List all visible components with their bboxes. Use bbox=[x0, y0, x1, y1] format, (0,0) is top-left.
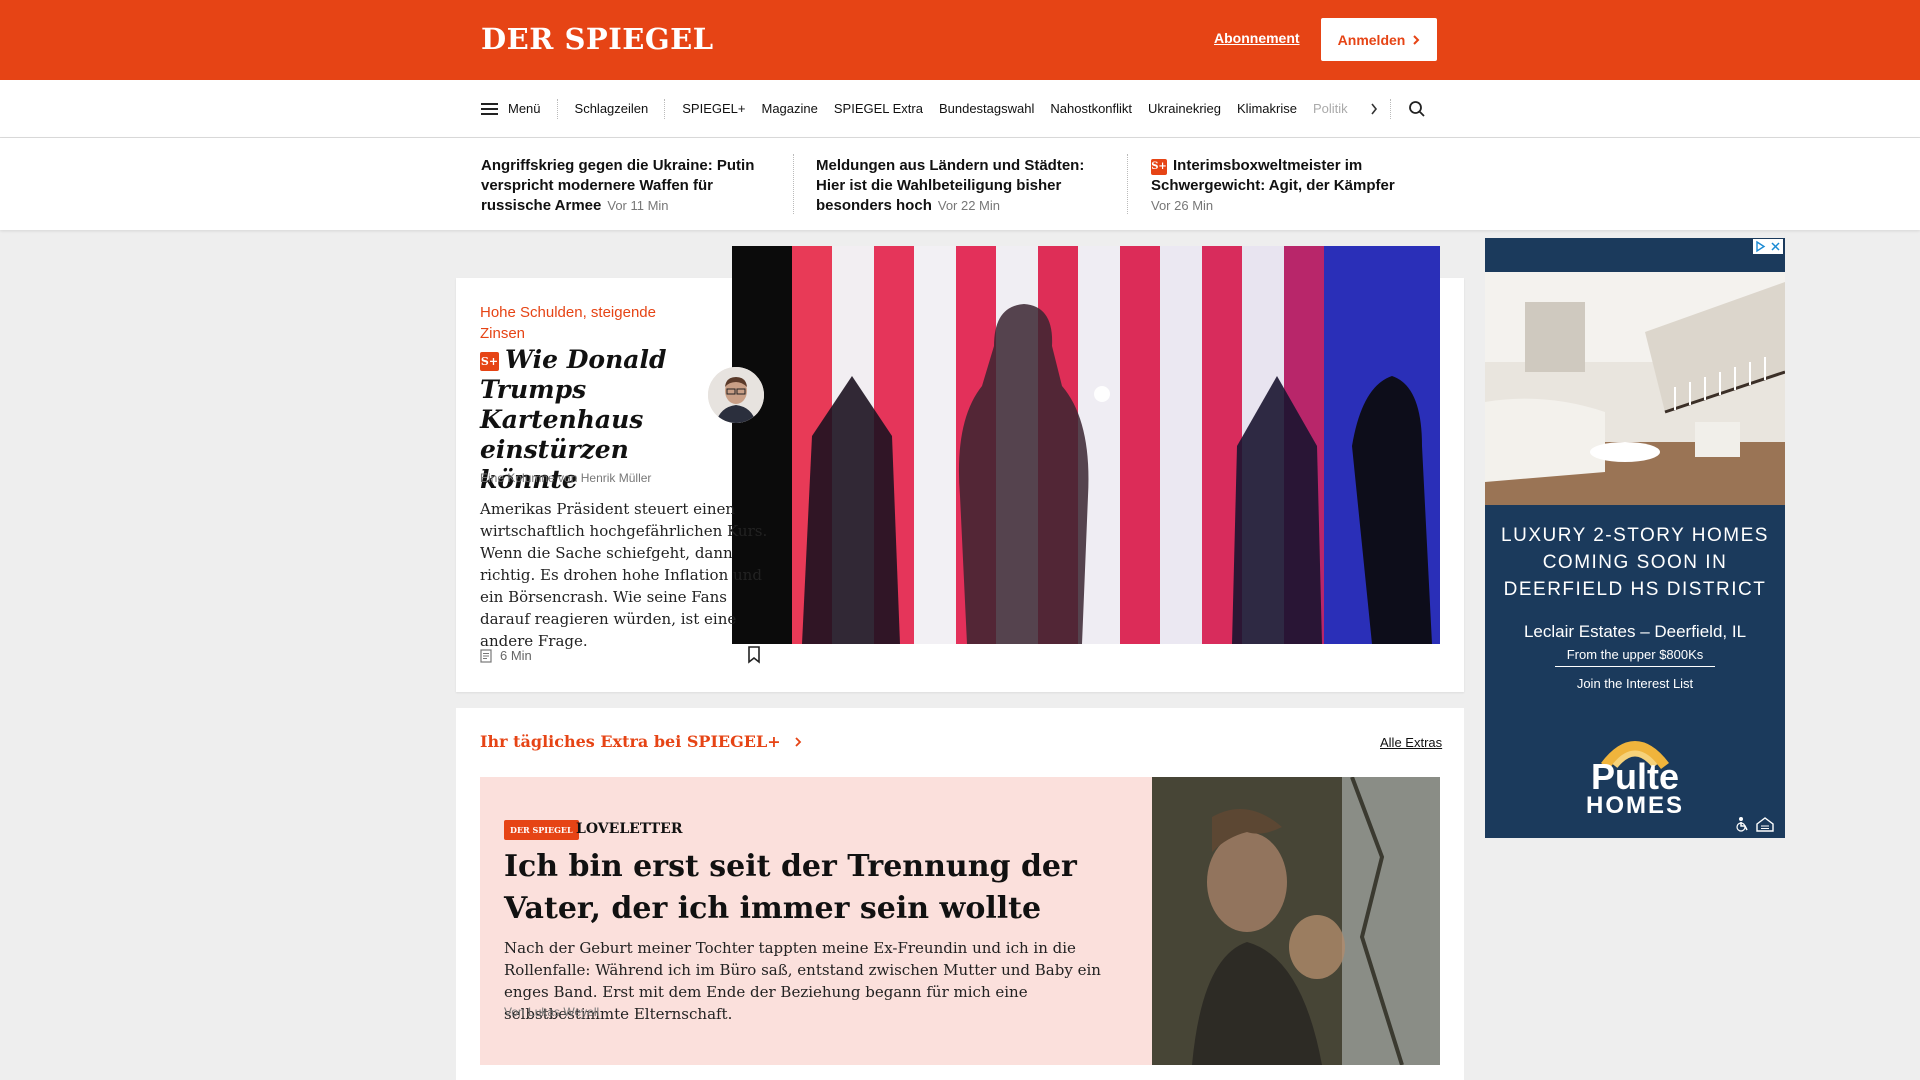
login-label: Anmelden bbox=[1337, 31, 1406, 48]
article-teaser[interactable]: Amerikas Präsident steuert einen wirtsch… bbox=[480, 498, 770, 652]
ad-price: From the upper $800Ks bbox=[1555, 647, 1715, 667]
ticker-time: Vor 26 Min bbox=[1151, 198, 1214, 213]
ad-choices-icon[interactable] bbox=[1753, 239, 1768, 254]
close-icon[interactable] bbox=[1768, 239, 1783, 254]
homes-logo-text: HOMES bbox=[1585, 792, 1684, 819]
spiegel-badge: DER SPIEGEL bbox=[504, 820, 579, 840]
subscription-link[interactable]: Abonnement bbox=[1214, 30, 1300, 46]
ticker-time: Vor 11 Min bbox=[607, 198, 669, 213]
nav-item-magazine[interactable]: Magazine bbox=[761, 101, 817, 116]
bookmark-icon[interactable] bbox=[747, 646, 761, 664]
document-icon bbox=[480, 648, 492, 663]
nav-divider bbox=[1389, 98, 1392, 119]
reading-time-label: 6 Min bbox=[500, 648, 532, 663]
article-byline: Eine Kolumne von Henrik Müller bbox=[480, 471, 652, 485]
extras-title-text: Ihr tägliches Extra bei SPIEGEL+ bbox=[480, 732, 781, 751]
top-header: DER SPIEGEL Abonnement Anmelden bbox=[0, 0, 1920, 80]
ticker-item[interactable]: Meldungen aus Ländern und Städten: Hier … bbox=[816, 156, 1116, 216]
lead-article-image[interactable] bbox=[732, 246, 1440, 644]
ad-cta[interactable]: Join the Interest List bbox=[1485, 676, 1785, 691]
nav-item-spiegel-plus[interactable]: SPIEGEL+ bbox=[682, 101, 745, 116]
nav-item-spiegel-extra[interactable]: SPIEGEL Extra bbox=[834, 101, 923, 116]
spiegel-logo[interactable]: DER SPIEGEL bbox=[481, 22, 714, 56]
ad-headline: LUXURY 2-STORY HOMES COMING SOON IN DEER… bbox=[1501, 525, 1769, 600]
accessibility-icon bbox=[1736, 817, 1774, 832]
extras-title[interactable]: Ihr tägliches Extra bei SPIEGEL+ bbox=[480, 732, 802, 751]
chevron-right-icon bbox=[795, 737, 802, 747]
ticker-time: Vor 22 Min bbox=[937, 198, 1001, 213]
spiegel-plus-icon: S+ bbox=[480, 352, 499, 371]
nav-scroll-right-icon[interactable] bbox=[1370, 103, 1378, 115]
ticker-title: Interimsboxweltmeister im Schwergewicht:… bbox=[1151, 157, 1395, 194]
news-ticker: Angriffskrieg gegen die Ukraine: Putin v… bbox=[0, 138, 1920, 230]
pulte-logo: Pulte HOMES bbox=[1565, 726, 1705, 822]
reading-time: 6 Min bbox=[480, 648, 532, 663]
nav-bar: Menü Schlagzeilen SPIEGEL+ Magazine SPIE… bbox=[0, 80, 1920, 138]
nav-divider bbox=[664, 98, 666, 119]
spiegel-plus-icon: S+ bbox=[1151, 159, 1167, 175]
article-kicker[interactable]: Hohe Schulden, steigende Zinsen bbox=[480, 302, 680, 344]
extra-headline[interactable]: Ich bin erst seit der Trennung der Vater… bbox=[504, 846, 1124, 930]
menu-button[interactable]: Menü bbox=[481, 101, 541, 116]
extra-byline: Von Lukas Weyell bbox=[504, 1005, 600, 1019]
login-button[interactable]: Anmelden bbox=[1321, 18, 1437, 61]
nav-item-nahostkonflikt[interactable]: Nahostkonflikt bbox=[1050, 101, 1132, 116]
ad-controls[interactable] bbox=[1753, 239, 1783, 254]
nav-item-klimakrise[interactable]: Klimakrise bbox=[1237, 101, 1297, 116]
nav-item-schlagzeilen[interactable]: Schlagzeilen bbox=[575, 101, 649, 116]
hamburger-icon bbox=[481, 102, 498, 115]
ticker-item[interactable]: Angriffskrieg gegen die Ukraine: Putin v… bbox=[481, 156, 781, 216]
menu-label: Menü bbox=[508, 101, 541, 116]
nav-divider bbox=[556, 98, 559, 119]
nav-item-bundestagswahl[interactable]: Bundestagswahl bbox=[939, 101, 1034, 116]
search-icon[interactable] bbox=[1408, 100, 1426, 118]
flag-silhouette-illustration bbox=[732, 246, 1440, 644]
ticker-divider bbox=[793, 154, 794, 214]
ticker-item[interactable]: S+ Interimsboxweltmeister im Schwergewich… bbox=[1151, 156, 1441, 216]
format-label: LOVELETTER bbox=[576, 821, 683, 837]
nav-item-ukrainekrieg[interactable]: Ukrainekrieg bbox=[1148, 101, 1221, 116]
chevron-right-icon bbox=[1413, 34, 1420, 45]
ad-subtitle: Leclair Estates – Deerfield, IL bbox=[1523, 622, 1747, 641]
ad-interior-photo bbox=[1485, 272, 1785, 505]
author-avatar bbox=[708, 367, 764, 423]
all-extras-link[interactable]: Alle Extras bbox=[1380, 735, 1442, 750]
nav-item-politik[interactable]: Politik bbox=[1313, 101, 1348, 116]
ticker-divider bbox=[1127, 154, 1128, 214]
extra-article-image[interactable] bbox=[1152, 777, 1440, 1065]
advertisement-banner[interactable]: LUXURY 2-STORY HOMES COMING SOON IN DEER… bbox=[1485, 238, 1785, 838]
